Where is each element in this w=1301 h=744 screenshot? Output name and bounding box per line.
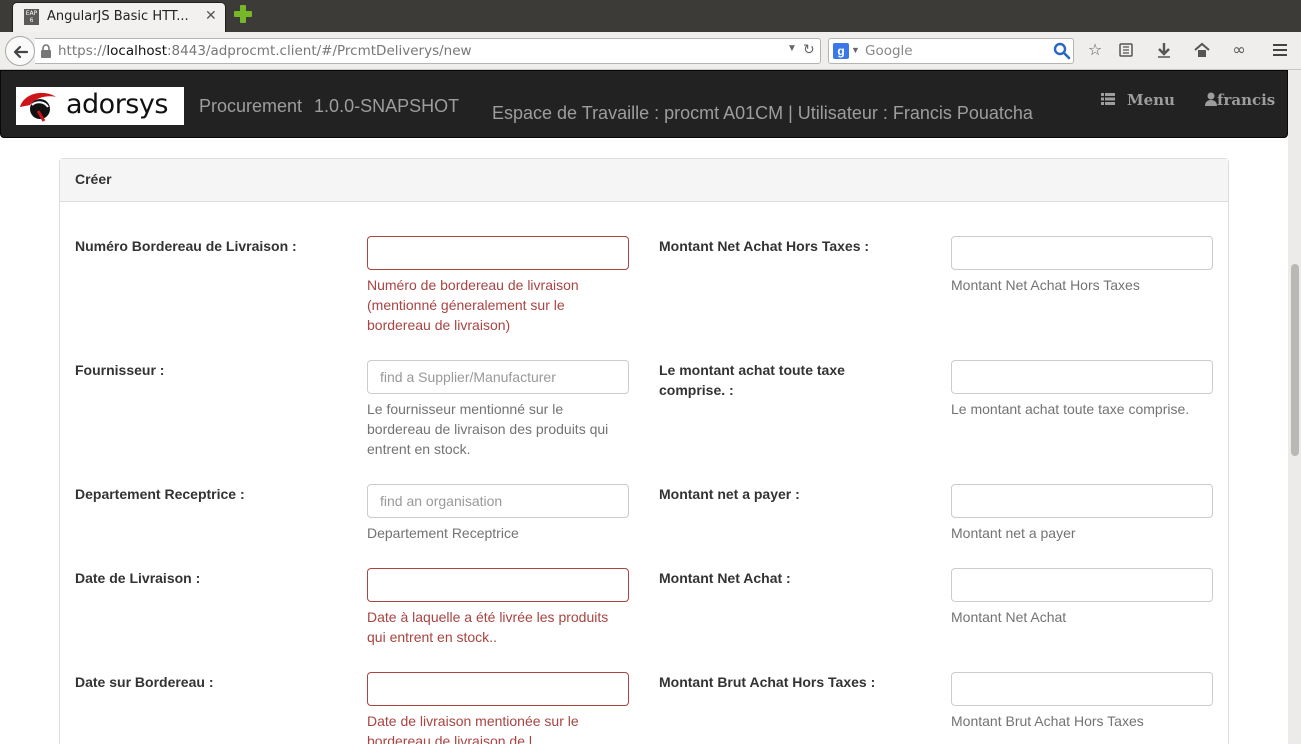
- url-text[interactable]: https://localhost:8443/adprocmt.client/#…: [58, 43, 472, 59]
- delivery-date-help: Date à laquelle a été livrée les produit…: [367, 609, 609, 645]
- gross-purchase-ht-label: Montant Brut Achat Hors Taxes :: [659, 674, 876, 690]
- delivery-date-label: Date de Livraison :: [75, 570, 201, 586]
- close-icon[interactable]: ✕: [205, 8, 217, 24]
- net-purchase-input[interactable]: [951, 568, 1213, 602]
- receiving-department-help: Departement Receptrice: [367, 525, 519, 541]
- reload-icon[interactable]: ↻: [803, 42, 815, 58]
- delivery-number-label: Numéro Bordereau de Livraison :: [75, 238, 297, 254]
- purchase-ttc-label: Le montant achat toute taxe comprise. :: [659, 362, 845, 398]
- brand-title[interactable]: Procurement 1.0.0-SNAPSHOT: [199, 96, 459, 117]
- delivery-number-input[interactable]: [367, 236, 629, 270]
- infinity-icon[interactable]: ∞: [1229, 40, 1249, 60]
- back-button[interactable]: [5, 36, 35, 66]
- browser-toolbar: https://localhost:8443/adprocmt.client/#…: [0, 32, 1301, 70]
- net-to-pay-label: Montant net a payer :: [659, 486, 800, 502]
- lock-icon: [41, 44, 51, 58]
- search-placeholder: Google: [865, 43, 913, 59]
- supplier-help: Le fournisseur mentionné sur le borderea…: [367, 401, 609, 457]
- search-bar[interactable]: g ▼ Google: [828, 38, 1074, 64]
- hamburger-menu-icon[interactable]: [1270, 40, 1290, 60]
- scrollbar-thumb[interactable]: [1291, 264, 1299, 456]
- brand-name: Procurement: [199, 96, 303, 116]
- dropdown-triangle-icon[interactable]: ▼: [851, 45, 860, 55]
- reading-list-icon[interactable]: [1116, 40, 1136, 60]
- logo-text: adorsys: [66, 89, 168, 120]
- url-bar[interactable]: https://localhost:8443/adprocmt.client/#…: [35, 38, 821, 64]
- panel-title: Créer: [60, 159, 1228, 202]
- workspace-info: Espace de Travaille : procmt A01CM | Uti…: [492, 103, 1033, 123]
- url-scheme: https://: [58, 43, 107, 59]
- download-icon[interactable]: [1154, 40, 1174, 60]
- receiving-department-input[interactable]: [367, 484, 629, 518]
- new-tab-plus-icon[interactable]: [234, 5, 252, 23]
- net-purchase-help: Montant Net Achat: [951, 609, 1067, 625]
- logo-bird-icon: [20, 92, 56, 122]
- supplier-label: Fournisseur :: [75, 362, 165, 378]
- app-version: 1.0.0-SNAPSHOT: [314, 96, 460, 116]
- user-icon: [1205, 92, 1217, 106]
- list-icon: [1101, 91, 1115, 109]
- arrow-left-icon: [13, 45, 29, 59]
- slip-date-input[interactable]: [367, 672, 629, 706]
- purchase-ttc-help: Le montant achat toute taxe comprise.: [951, 401, 1190, 417]
- delivery-number-help: Numéro de bordereau de livraison (mentio…: [367, 277, 579, 333]
- adorsys-logo[interactable]: adorsys: [16, 87, 184, 125]
- net-purchase-ht-help: Montant Net Achat Hors Taxes: [951, 277, 1140, 293]
- google-icon[interactable]: g: [833, 43, 849, 59]
- bookmark-star-icon[interactable]: ☆: [1085, 40, 1105, 60]
- receiving-department-label: Departement Receptrice :: [75, 486, 245, 502]
- browser-tab[interactable]: EAP 6 AngularJS Basic HTT... ✕: [12, 2, 226, 32]
- slip-date-label: Date sur Bordereau :: [75, 674, 214, 690]
- home-icon[interactable]: [1192, 40, 1212, 60]
- menu-label: Menu: [1127, 91, 1175, 109]
- url-host: localhost: [106, 43, 167, 59]
- menu-button[interactable]: Menu: [1101, 91, 1175, 109]
- delivery-date-input[interactable]: [367, 568, 629, 602]
- user-button[interactable]: francis: [1205, 91, 1275, 109]
- app-navbar: adorsys Procurement 1.0.0-SNAPSHOT Espace…: [0, 70, 1288, 138]
- search-icon[interactable]: [1053, 42, 1071, 60]
- supplier-input[interactable]: [367, 360, 629, 394]
- eap-favicon-icon: EAP 6: [24, 9, 39, 25]
- purchase-ttc-input[interactable]: [951, 360, 1213, 394]
- net-purchase-label: Montant Net Achat :: [659, 570, 791, 586]
- browser-titlebar: EAP 6 AngularJS Basic HTT... ✕: [0, 0, 1301, 32]
- gross-purchase-ht-input[interactable]: [951, 672, 1213, 706]
- dropdown-triangle-icon[interactable]: ▼: [787, 43, 797, 54]
- net-to-pay-input[interactable]: [951, 484, 1213, 518]
- net-to-pay-help: Montant net a payer: [951, 525, 1076, 541]
- slip-date-help: Date de livraison mentionée sur le borde…: [367, 713, 579, 744]
- net-purchase-ht-label: Montant Net Achat Hors Taxes :: [659, 238, 870, 254]
- gross-purchase-ht-help: Montant Brut Achat Hors Taxes: [951, 713, 1144, 729]
- tab-title: AngularJS Basic HTT...: [47, 9, 189, 24]
- create-panel: Créer Numéro Bordereau de Livraison : Nu…: [59, 158, 1229, 744]
- url-path: :8443/adprocmt.client/#/PrcmtDeliverys/n…: [167, 43, 472, 59]
- net-purchase-ht-input[interactable]: [951, 236, 1213, 270]
- user-label: francis: [1217, 91, 1276, 109]
